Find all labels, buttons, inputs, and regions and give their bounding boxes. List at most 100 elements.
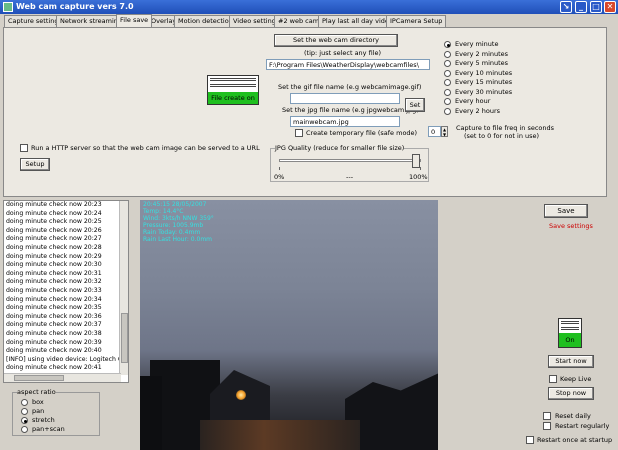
quality-max-label: 100% (409, 173, 428, 181)
tab-ipcamera-setup[interactable]: IPCamera Setup (386, 15, 447, 27)
jpg-quality-slider[interactable] (279, 154, 421, 168)
live-status-indicator: On (558, 318, 582, 348)
interval-radio[interactable] (444, 41, 451, 48)
setup-button[interactable]: Setup (20, 158, 50, 171)
http-server-checkbox[interactable] (20, 144, 28, 152)
log-line: doing minute check now 20:35 (6, 304, 102, 312)
interval-radio[interactable] (444, 98, 451, 105)
keep-live-label: Keep Live (560, 375, 592, 383)
log-line: doing minute check now 20:30 (6, 261, 102, 269)
overlay-line: Wind: 3kts/h NNW 359° (143, 215, 214, 222)
interval-label: Every hour (455, 97, 491, 105)
gif-label: Set the gif file name (e.g webcamimage.g… (278, 83, 422, 91)
start-now-button[interactable]: Start now (548, 355, 594, 368)
window-title: Web cam capture vers 7.0 (16, 2, 134, 11)
hscroll-thumb[interactable] (14, 375, 64, 381)
log-line: doing minute check now 20:28 (6, 243, 102, 251)
webcam-image: 20:45:15 28/05/2007 Temp: 14.4°C Wind: 3kt… (140, 200, 438, 450)
restart-regularly-label: Restart regularly (555, 422, 610, 430)
log-line: doing minute check now 20:41 (6, 364, 102, 372)
tab-file-save[interactable]: File save (116, 14, 153, 27)
street-lamp (236, 390, 246, 400)
interval-radio[interactable] (444, 107, 451, 115)
capture-freq-field[interactable]: 0 (428, 126, 441, 137)
reset-daily-checkbox[interactable] (543, 412, 551, 420)
house-silhouette-2 (140, 376, 162, 450)
aspect-radio[interactable] (21, 426, 28, 433)
log-line: doing minute check now 20:39 (6, 338, 102, 346)
restart-startup-checkbox[interactable] (526, 436, 534, 444)
log-horizontal-scrollbar[interactable] (4, 373, 121, 382)
interval-radio[interactable] (444, 88, 451, 96)
log-line: doing minute check now 20:36 (6, 312, 102, 320)
stop-now-button[interactable]: Stop now (548, 387, 594, 400)
log-line: doing minute check now 20:24 (6, 209, 102, 217)
maximize-icon[interactable]: □ (590, 1, 602, 13)
aspect-option-label: pan+scan (32, 425, 65, 433)
set-directory-button[interactable]: Set the web cam directory (274, 34, 398, 47)
log-line: doing minute check now 20:25 (6, 218, 102, 226)
tab-second-web-cam[interactable]: #2 web cam (274, 15, 324, 27)
aspect-title: aspect ratio (17, 388, 56, 396)
jpg-quality-group: JPG Quality (reduce for smaller file siz… (270, 144, 429, 182)
temp-file-label: Create temporary file (safe mode) (306, 129, 418, 137)
aspect-option-label: stretch (32, 416, 55, 424)
close-icon[interactable]: ✕ (604, 1, 616, 13)
interval-radio[interactable] (444, 69, 451, 77)
resize-icon[interactable]: ↘ (560, 1, 572, 13)
quality-min-label: 0% (274, 173, 285, 181)
interval-label: Every 15 minutes (455, 78, 513, 86)
file-create-status: File create on (208, 92, 258, 104)
tip-text: (tip: just select any file) (304, 49, 382, 57)
interval-radio[interactable] (444, 50, 451, 58)
overlay-line: 20:45:15 28/05/2007 (143, 201, 207, 208)
save-button[interactable]: Save (544, 204, 588, 218)
weather-overlay: 20:45:15 28/05/2007 Temp: 14.4°C Wind: 3kt… (143, 201, 214, 243)
tab-motion-detection[interactable]: Motion detection (174, 15, 237, 27)
aspect-radio[interactable] (21, 408, 28, 415)
minimize-icon[interactable]: _ (575, 1, 587, 13)
slider-thumb[interactable] (411, 154, 420, 168)
reset-daily-label: Reset daily (555, 412, 591, 420)
freq-label-2: (set to 0 for not in use) (464, 132, 540, 140)
log-line: doing minute check now 20:33 (6, 286, 102, 294)
freq-spinner[interactable]: ▲ ▼ (441, 126, 448, 137)
http-server-label: Run a HTTP server so that the web cam im… (31, 144, 260, 152)
log-line: doing minute check now 20:31 (6, 269, 102, 277)
overlay-line: Rain Last Hour: 0.0mm (143, 236, 213, 243)
set-filename-button[interactable]: Set (405, 98, 425, 112)
restart-regularly-checkbox[interactable] (543, 422, 551, 430)
gif-filename-field[interactable] (290, 93, 400, 104)
log-line: doing minute check now 20:27 (6, 235, 102, 243)
log-vertical-scrollbar[interactable] (119, 201, 128, 375)
aspect-radio[interactable] (21, 417, 28, 424)
aspect-ratio-group: aspect ratio box pan stretch pan+scan (12, 388, 100, 436)
freq-label-1: Capture to file freq in seconds (456, 124, 555, 132)
log-line: doing minute check now 20:37 (6, 321, 102, 329)
interval-label: Every 2 hours (455, 106, 501, 115)
log-line: doing minute check now 20:38 (6, 329, 102, 337)
quality-mid-label: --- (346, 173, 354, 181)
interval-label: Every minute (455, 40, 499, 48)
keep-live-checkbox[interactable] (549, 375, 557, 383)
log-list[interactable]: doing minute check now 20:23 doing minute… (3, 200, 129, 383)
log-lines: doing minute check now 20:23 doing minute… (4, 201, 128, 373)
app-icon (3, 2, 13, 12)
interval-radio[interactable] (444, 60, 451, 67)
interval-radio[interactable] (444, 79, 451, 86)
overlay-line: Temp: 14.4°C (143, 208, 184, 215)
log-line: doing minute check now 20:29 (6, 252, 102, 260)
aspect-radio[interactable] (21, 399, 28, 406)
aspect-option-label: pan (32, 407, 45, 415)
directory-path-field[interactable]: F:\Program Files\WeatherDisplay\webcamfi… (266, 59, 430, 70)
log-line: doing minute check now 20:40 (6, 347, 102, 355)
interval-label: Every 30 minutes (455, 87, 513, 96)
restart-startup-label: Restart once at startup (537, 436, 613, 444)
aspect-option-label: box (32, 398, 44, 406)
log-line: doing minute check now 20:26 (6, 226, 102, 234)
scroll-thumb[interactable] (121, 313, 128, 363)
temp-file-checkbox[interactable] (295, 129, 303, 137)
live-status: On (559, 333, 581, 347)
log-line: doing minute check now 20:32 (6, 278, 102, 286)
jpg-filename-field[interactable]: mainwebcam.jpg (290, 116, 400, 127)
